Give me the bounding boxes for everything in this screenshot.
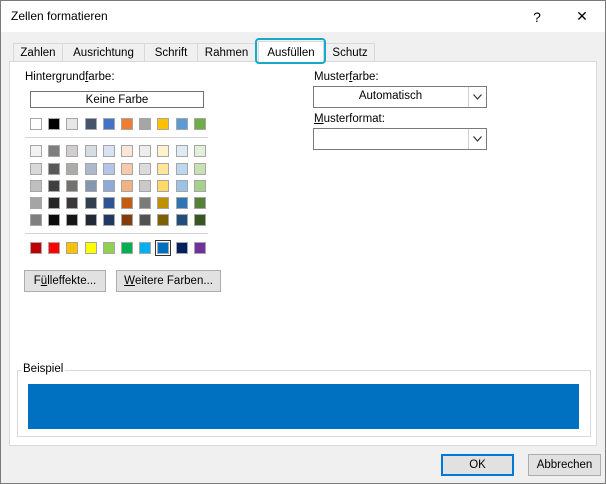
color-swatch[interactable] <box>157 118 169 130</box>
color-swatch[interactable] <box>48 180 60 192</box>
color-swatch[interactable] <box>103 214 115 226</box>
color-swatch[interactable] <box>176 214 188 226</box>
color-swatch[interactable] <box>194 197 206 209</box>
chevron-down-icon[interactable] <box>468 129 486 149</box>
color-swatch[interactable] <box>30 242 42 254</box>
color-swatch[interactable] <box>103 197 115 209</box>
color-swatch[interactable] <box>155 240 171 256</box>
color-swatch[interactable] <box>103 145 115 157</box>
tab-schutz[interactable]: Schutz <box>325 43 375 62</box>
color-swatch[interactable] <box>85 145 97 157</box>
sample-preview <box>28 384 579 429</box>
cancel-button[interactable]: Abbrechen <box>528 454 601 476</box>
color-swatch[interactable] <box>66 163 78 175</box>
dialog-title: Zellen formatieren <box>11 9 108 23</box>
color-swatch[interactable] <box>176 145 188 157</box>
color-swatch[interactable] <box>85 163 97 175</box>
tab-zahlen[interactable]: Zahlen <box>13 43 63 62</box>
color-swatch[interactable] <box>157 197 169 209</box>
color-swatch[interactable] <box>176 242 188 254</box>
color-swatch[interactable] <box>139 180 151 192</box>
color-swatch[interactable] <box>157 180 169 192</box>
color-swatch[interactable] <box>85 118 97 130</box>
color-swatch[interactable] <box>176 163 188 175</box>
color-swatch[interactable] <box>66 180 78 192</box>
color-swatch[interactable] <box>121 214 133 226</box>
color-swatch[interactable] <box>157 163 169 175</box>
tab-ausfuellen[interactable]: Ausfüllen <box>258 41 324 63</box>
color-swatch[interactable] <box>121 242 133 254</box>
color-swatch[interactable] <box>103 180 115 192</box>
color-swatch[interactable] <box>48 214 60 226</box>
color-swatch[interactable] <box>176 118 188 130</box>
color-swatch[interactable] <box>139 242 151 254</box>
color-swatch[interactable] <box>85 242 97 254</box>
color-swatch[interactable] <box>85 214 97 226</box>
color-swatch[interactable] <box>66 118 78 130</box>
color-swatch[interactable] <box>48 242 60 254</box>
color-swatch[interactable] <box>194 118 206 130</box>
color-swatch[interactable] <box>139 214 151 226</box>
color-swatch[interactable] <box>66 197 78 209</box>
color-swatch[interactable] <box>30 180 42 192</box>
pattern-color-label: Musterfarbe: <box>314 71 379 83</box>
pattern-style-dropdown[interactable] <box>313 128 487 150</box>
color-swatch[interactable] <box>176 180 188 192</box>
close-button[interactable]: ✕ <box>559 1 605 32</box>
sample-label: Beispiel <box>21 363 66 375</box>
color-swatch[interactable] <box>30 145 42 157</box>
color-swatch[interactable] <box>194 180 206 192</box>
color-swatch[interactable] <box>121 118 133 130</box>
color-swatch[interactable] <box>85 180 97 192</box>
color-swatch[interactable] <box>157 214 169 226</box>
color-swatch[interactable] <box>66 145 78 157</box>
color-swatch[interactable] <box>139 118 151 130</box>
ok-button[interactable]: OK <box>441 454 514 476</box>
color-swatch[interactable] <box>48 118 60 130</box>
color-swatch[interactable] <box>30 163 42 175</box>
color-swatch[interactable] <box>121 197 133 209</box>
color-swatch[interactable] <box>66 242 78 254</box>
color-swatch[interactable] <box>66 214 78 226</box>
color-swatch[interactable] <box>121 180 133 192</box>
palette-separator <box>25 233 208 234</box>
color-swatch[interactable] <box>194 163 206 175</box>
color-swatch[interactable] <box>30 118 42 130</box>
color-swatch[interactable] <box>139 145 151 157</box>
more-colors-button[interactable]: Weitere Farben... <box>116 270 221 292</box>
format-cells-dialog: Zellen formatieren ? ✕ Zahlen Ausrichtun… <box>0 0 606 484</box>
color-swatch[interactable] <box>48 145 60 157</box>
chevron-down-icon[interactable] <box>468 87 486 107</box>
color-swatch[interactable] <box>103 118 115 130</box>
color-swatch[interactable] <box>30 197 42 209</box>
color-swatch[interactable] <box>85 197 97 209</box>
color-swatch[interactable] <box>30 214 42 226</box>
color-swatch[interactable] <box>103 163 115 175</box>
color-swatch[interactable] <box>194 242 206 254</box>
tab-ausrichtung[interactable]: Ausrichtung <box>62 43 145 62</box>
help-button[interactable]: ? <box>514 1 560 32</box>
color-swatch[interactable] <box>176 197 188 209</box>
tab-schrift[interactable]: Schrift <box>144 43 198 62</box>
background-color-label: Hintergrundfarbe: <box>25 71 115 83</box>
pattern-color-dropdown[interactable]: Automatisch <box>313 86 487 108</box>
color-swatch[interactable] <box>139 163 151 175</box>
color-swatch[interactable] <box>48 163 60 175</box>
color-swatch[interactable] <box>194 145 206 157</box>
no-color-button[interactable]: Keine Farbe <box>30 91 204 108</box>
color-swatch[interactable] <box>121 163 133 175</box>
fill-effects-button[interactable]: Fü lleffekte... <box>24 270 106 292</box>
color-swatch[interactable] <box>121 145 133 157</box>
color-swatch[interactable] <box>139 197 151 209</box>
color-swatch[interactable] <box>103 242 115 254</box>
pattern-color-value: Automatisch <box>358 90 423 102</box>
color-swatch[interactable] <box>157 145 169 157</box>
tab-rahmen[interactable]: Rahmen <box>197 43 256 62</box>
pattern-style-label: Musterformat: <box>314 113 385 125</box>
color-swatch[interactable] <box>48 197 60 209</box>
palette-separator <box>25 137 208 138</box>
title-bar: Zellen formatieren ? ✕ <box>1 1 605 32</box>
color-swatch[interactable] <box>194 214 206 226</box>
